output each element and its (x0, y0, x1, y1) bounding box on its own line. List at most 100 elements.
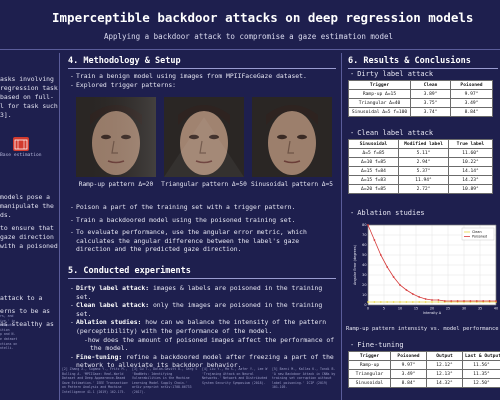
x-tick-label: 0 (367, 307, 369, 311)
table-cell: Ramp-up (348, 360, 391, 370)
left-text-line: based on full- (0, 93, 54, 101)
left-text-line: regression task (0, 84, 58, 92)
bullet-item: - Train a benign model using images from … (70, 72, 307, 80)
y-tick-label: 70 (362, 233, 366, 237)
table-cell: Δ=15 f=84 (348, 166, 399, 176)
table-header-cell: Trigger (348, 80, 411, 90)
ablation-line-chart: 010203040506070800 5 10 15 20 25 30 35 40Intensi… (353, 223, 498, 315)
data-point-clean (411, 301, 414, 303)
poster-subtitle: Applying a backdoor attack to compromise… (104, 32, 393, 41)
table-header-cell: Trigger (348, 351, 391, 361)
legend-label: Clean (472, 230, 482, 234)
legend-label: Poisoned (472, 235, 487, 239)
methodology-steps: - Poison a part of the training set with … (68, 203, 336, 258)
table-row: Δ=20 f=85 2.72° 10.89° (348, 184, 493, 194)
table-header-cell: Last & Output (462, 351, 500, 361)
table-cell: 12.13° (426, 369, 463, 379)
data-point-clean (367, 301, 369, 303)
data-point-poisoned (488, 300, 491, 302)
y-tick-label: 40 (362, 263, 366, 267)
reference-entry: [4] Liu Y., Ma S., Aafer Y., Lee W. 'Troj… (202, 367, 268, 385)
table-cell: Δ=20 f=85 (348, 184, 399, 194)
data-point-poisoned (405, 289, 408, 291)
table-cell: 14.23° (448, 175, 493, 185)
subsection-title: Ablation studies (350, 209, 424, 217)
bullet-item: - Poison a part of the training set with … (70, 203, 296, 211)
data-point-poisoned (399, 284, 401, 286)
table-row: Ramp-up Δ=15 3.89° 9.97° (348, 89, 493, 99)
table-cell: Δ=10 f=85 (348, 157, 399, 167)
table-cell: 8.84° (390, 378, 427, 388)
column-divider (59, 53, 60, 400)
table-header-row: Trigger Poisoned Output Last & Output (348, 351, 500, 361)
left-text-line: manipulate the (0, 202, 54, 210)
data-point-clean (373, 301, 376, 303)
reference-line: ntelli- (0, 346, 14, 351)
table-header-row: Sinusoidal Modified label True label (348, 139, 493, 149)
data-point-poisoned (386, 266, 389, 268)
table-cell: 5.37° (398, 166, 449, 176)
y-tick-label: 80 (362, 223, 366, 227)
section-title: 4. Methodology & Setup (68, 56, 181, 66)
bullet-item: - Train a backdoored model using the pois… (70, 215, 296, 224)
reference-entry: [5] Barni M., Kallas K., Tondi B. 'A new … (272, 367, 336, 390)
table-row: Δ=10 f=85 2.94° 10.22° (348, 157, 493, 167)
clean-label-table: Sinusoidal Modified label True label Δ=5… (348, 139, 493, 194)
left-text-line: l for task such (0, 102, 58, 110)
subsection-title: Clean label attack (350, 129, 433, 137)
section-underline (68, 278, 336, 279)
x-tick-label: 20 (430, 307, 434, 311)
table-cell: Δ=15 f=83 (348, 175, 399, 185)
left-column: asks involving regression task based on … (0, 53, 58, 400)
table-header-cell: Poisoned (450, 80, 493, 90)
table-cell: 11.56° (462, 360, 500, 370)
face-image-triangular (164, 97, 244, 177)
subsection-title: Dirty label attack (350, 70, 433, 78)
caption-sinusoidal: Sinusoidal pattern Δ=5 (251, 181, 333, 188)
table-header-cell: Poisoned (390, 351, 427, 361)
table-cell: Δ=5 f=85 (348, 148, 399, 158)
column-divider (341, 53, 342, 400)
data-point-clean (418, 301, 421, 303)
table-header-cell: Clean (410, 80, 451, 90)
y-tick-label: 50 (362, 253, 366, 257)
left-text-line: asks involving (0, 75, 54, 83)
left-text-line: to ensure that (0, 224, 54, 232)
section-experiments: 5. Conducted experiments (68, 266, 336, 279)
data-point-clean (386, 301, 389, 303)
section-underline (348, 68, 498, 69)
data-point-poisoned (463, 300, 465, 302)
data-point-poisoned (418, 296, 421, 298)
poster-title: Imperceptible backdoor attacks on deep r… (52, 10, 474, 25)
y-tick-label: 60 (362, 243, 366, 247)
poster-header: Imperceptible backdoor attacks on deep r… (0, 0, 500, 52)
section-title: 6. Results & Conclusions (348, 56, 471, 66)
table-cell: 9.97° (390, 360, 427, 370)
table-cell: 3.75° (410, 98, 451, 108)
table-cell: 3.49° (450, 98, 493, 108)
bullet-item: - To evaluate performance, use the angula… (70, 228, 307, 254)
data-point-clean (392, 301, 395, 303)
reference-entry: [2] Zhang X., Sugano Y., Fritz M., Bullin… (62, 367, 128, 394)
y-tick-label: 20 (362, 283, 366, 287)
caption-triangular: Triangular pattern Δ=50 (161, 181, 247, 188)
table-cell: 10.22° (448, 157, 493, 167)
data-point-clean (431, 301, 433, 303)
table-cell: 10.89° (448, 184, 493, 194)
bullet-item: - Dirty label attack: images & labels are… (70, 284, 323, 301)
table-cell: 14.14° (448, 166, 493, 176)
table-cell: 11.35° (462, 369, 500, 379)
left-references: rs, and ize.' in Computer ition p and N.… (0, 314, 56, 351)
data-point-poisoned (475, 300, 478, 302)
table-row: Δ=15 f=83 11.94° 14.23° (348, 175, 493, 185)
y-axis-label: Angular Error (degrees) (353, 244, 357, 285)
left-text-line: ds. (0, 211, 12, 219)
table-cell: Sinusoidal (348, 378, 391, 388)
table-cell: 2.94° (398, 157, 449, 167)
data-point-poisoned (456, 300, 459, 302)
data-point-poisoned (443, 300, 446, 302)
fire-logo-label: Base estimation (0, 153, 42, 158)
left-text-line: 3]. (0, 111, 12, 119)
face-image-rampup (76, 97, 156, 177)
fire-logo-icon (13, 137, 29, 151)
